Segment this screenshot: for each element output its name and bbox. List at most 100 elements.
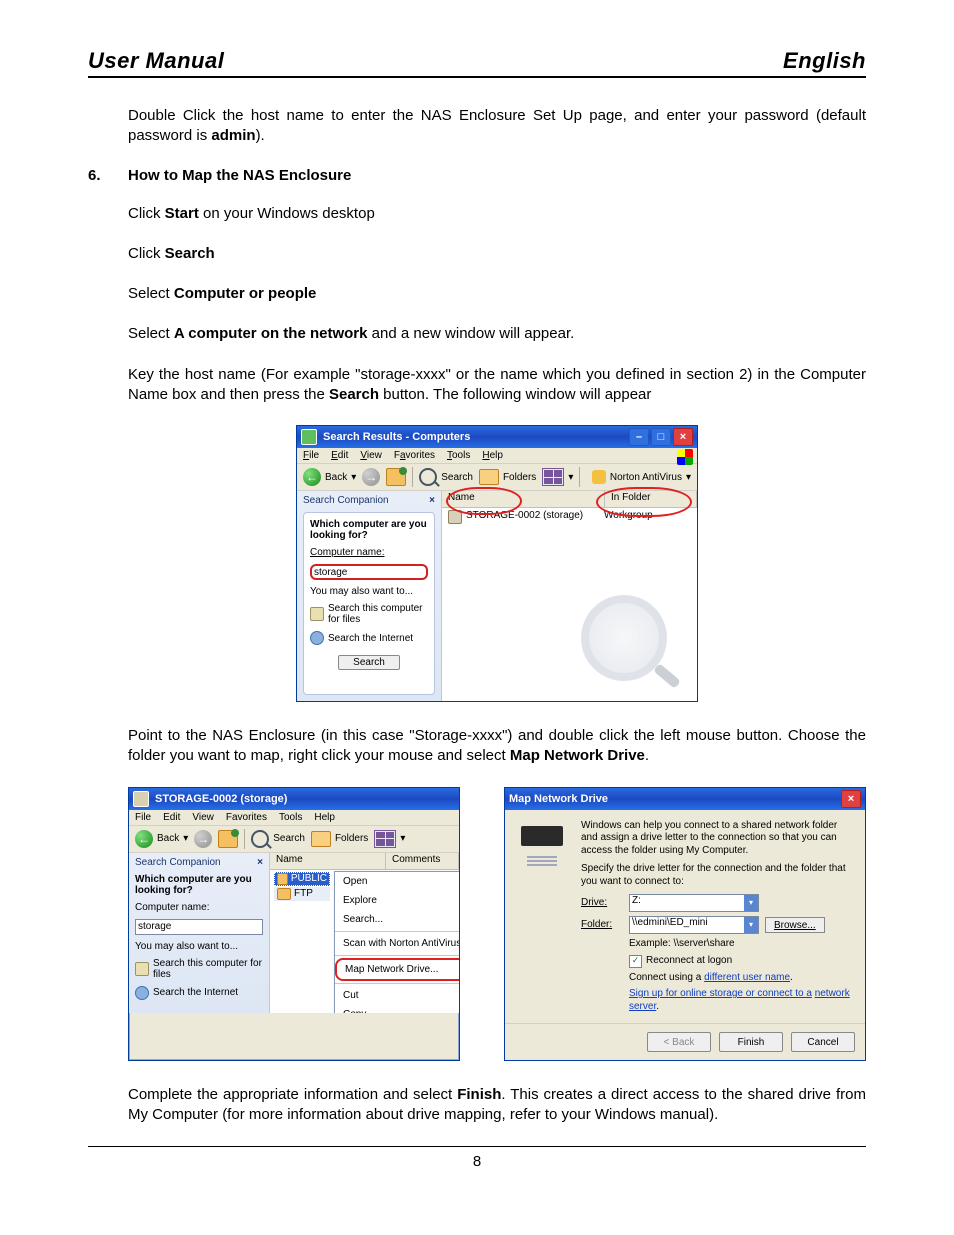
network-drive-icon [515,820,569,874]
sidebar-link-files[interactable]: Search this computer for files [135,958,263,980]
reconnect-checkbox-row[interactable]: ✓ Reconnect at logon [629,955,855,968]
ctx-copy[interactable]: Copy [335,1005,459,1013]
back-button[interactable]: ←Back ▾ [303,468,356,486]
menu-favorites[interactable]: Favorites [394,450,435,461]
window-title: STORAGE-0002 (storage) [155,793,287,805]
menu-view[interactable]: View [192,812,214,823]
step-1: Click Start on your Windows desktop [128,204,866,224]
menu-help[interactable]: Help [314,812,335,823]
dialog-intro-1: Windows can help you connect to a shared… [581,820,855,858]
forward-button[interactable]: → [362,468,380,486]
reconnect-label: Reconnect at logon [646,955,732,968]
menu-favorites[interactable]: Favorites [226,812,267,823]
step-3: Select Computer or people [128,284,866,304]
menu-tools[interactable]: Tools [279,812,302,823]
finish-button[interactable]: Finish [719,1032,783,1052]
mid-bold: Map Network Drive [510,747,645,764]
sidebar-link-internet[interactable]: Search the Internet [310,631,428,645]
back-label: Back [157,833,179,844]
ctx-explore[interactable]: Explore [335,891,459,910]
window-title: Search Results - Computers [323,431,470,443]
cancel-button[interactable]: Cancel [791,1032,855,1052]
folders-icon [479,469,499,485]
sidebar-link-files[interactable]: Search this computer for files [310,603,428,625]
ctx-open[interactable]: Open [335,872,459,891]
sidebar-link-files-label: Search this computer for files [153,958,263,980]
minimize-button[interactable]: – [629,428,649,446]
sidebar-link-internet-label: Search the Internet [328,633,413,644]
computer-name-input[interactable] [310,564,428,580]
titlebar[interactable]: STORAGE-0002 (storage) [129,788,459,810]
up-button[interactable] [386,468,406,486]
search-button[interactable]: Search [251,830,305,848]
back-button[interactable]: < Back [647,1032,711,1052]
titlebar[interactable]: Map Network Drive × [505,788,865,810]
sidebar-close-button[interactable]: × [257,857,263,868]
step-4-a: Select [128,325,174,342]
windows-logo-icon [677,449,693,465]
share-ftp[interactable]: FTP [274,887,330,901]
close-button[interactable]: × [841,790,861,808]
sidebar-search-button[interactable]: Search [338,655,400,670]
menu-edit[interactable]: Edit [163,812,180,823]
col-name[interactable]: Name [442,491,605,507]
different-user-link[interactable]: different user name [704,972,790,983]
page-footer: 8 [88,1146,866,1170]
browse-button[interactable]: Browse... [765,917,825,933]
menu-help[interactable]: Help [482,450,503,461]
intro-bold: admin [211,127,255,144]
norton-button[interactable]: Norton AntiVirus ▾ [592,470,691,484]
share-public-label: PUBLIC [291,873,327,884]
menu-tools[interactable]: Tools [447,450,470,461]
computer-name-input[interactable] [135,919,263,935]
figure-1-wrap: Search Results - Computers – □ × File Ed… [128,425,866,702]
col-folder[interactable]: In Folder [605,491,697,507]
up-button[interactable] [218,830,238,848]
figure-2-row: STORAGE-0002 (storage) File Edit View Fa… [128,787,866,1062]
ctx-search[interactable]: Search... [335,910,459,929]
forward-icon: → [362,468,380,486]
sidebar-close-button[interactable]: × [429,495,435,506]
col-comments[interactable]: Comments [386,853,459,869]
result-row[interactable]: STORAGE-0002 (storage) Workgroup [442,508,697,526]
sidebar-link-files-label: Search this computer for files [328,603,428,625]
ctx-cut[interactable]: Cut [335,986,459,1005]
folders-button[interactable]: Folders [479,469,536,485]
titlebar[interactable]: Search Results - Computers – □ × [297,426,697,448]
views-button[interactable]: ▾ [542,468,573,486]
file-icon [310,607,324,621]
header-right: English [783,48,866,74]
col-name[interactable]: Name [270,853,386,869]
toolbar: ←Back ▾ → Search Folders ▾ [129,826,459,853]
maximize-button[interactable]: □ [651,428,671,446]
drive-select[interactable]: Z: [629,894,759,912]
page-number: 8 [473,1153,481,1170]
folders-label: Folders [335,833,368,844]
globe-icon [310,631,324,645]
share-ftp-label: FTP [294,888,313,899]
folder-select[interactable]: \\edmini\ED_mini [629,916,759,934]
menu-file[interactable]: File [135,812,151,823]
folders-icon [311,831,331,847]
views-button[interactable]: ▾ [374,830,405,848]
search-results-window: Search Results - Computers – □ × File Ed… [296,425,698,702]
step-5-bold: Search [329,386,379,403]
signup-link-a[interactable]: Sign up for online storage or connect to… [629,988,812,999]
column-headers: Name In Folder [442,491,697,508]
search-button[interactable]: Search [419,468,473,486]
sidebar-link-internet[interactable]: Search the Internet [135,986,263,1000]
window-body: Search Companion × Which computer are yo… [129,853,459,1013]
menu-view[interactable]: View [360,450,382,461]
dialog-text: Windows can help you connect to a shared… [581,820,855,1014]
back-button[interactable]: ←Back ▾ [135,830,188,848]
ctx-scan[interactable]: Scan with Norton AntiVirus [335,934,459,953]
checkbox-icon[interactable]: ✓ [629,955,642,968]
drive-value: Z: [632,895,641,906]
ctx-map-network-drive[interactable]: Map Network Drive... [335,958,459,981]
share-public[interactable]: PUBLIC [274,872,330,886]
menu-edit[interactable]: Edit [331,450,348,461]
forward-button[interactable]: → [194,830,212,848]
close-button[interactable]: × [673,428,693,446]
folders-button[interactable]: Folders [311,831,368,847]
menu-file[interactable]: File [303,450,319,461]
